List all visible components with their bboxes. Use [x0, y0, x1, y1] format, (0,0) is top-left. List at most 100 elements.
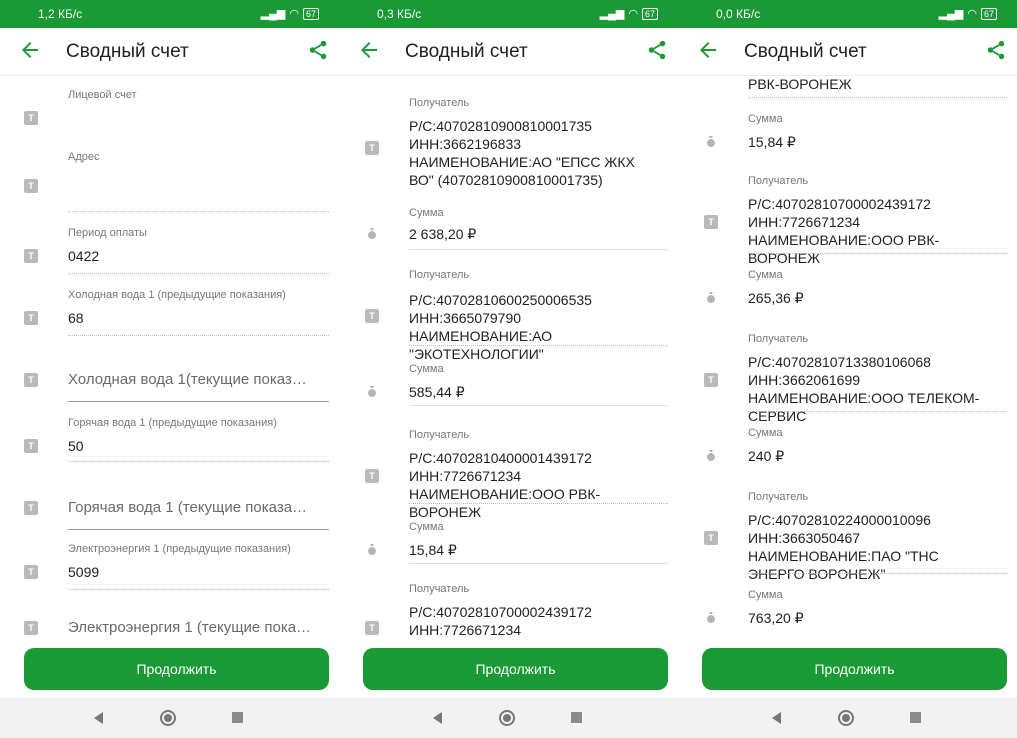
status-bar: 0,0 КБ/с ▂▄▆ ◠ 67 — [678, 0, 1017, 28]
recipient-row: Получатель T Р/С:40702810700002439172 ИН… — [349, 565, 678, 639]
text-field-icon: T — [365, 309, 379, 323]
nav-back-icon[interactable] — [772, 712, 781, 724]
battery-icon: 67 — [980, 7, 997, 20]
recipient-row: Получатель T Р/С:40702810400001439172 ИН… — [349, 407, 678, 520]
input-placeholder: Электроэнергия 1 (текущие показания) — [68, 619, 311, 636]
recipient-value: Р/С:40702810700002439172 ИНН:7726671234 … — [748, 196, 940, 266]
money-bag-icon — [707, 292, 715, 303]
input-cold-water-current[interactable]: T Холодная вода 1(текущие показания) — [0, 337, 339, 405]
nav-home-icon[interactable] — [160, 710, 176, 726]
row-divider — [748, 573, 1007, 574]
share-icon[interactable] — [307, 39, 329, 61]
continue-button[interactable]: Продолжить — [702, 648, 1007, 690]
field-value: 50 — [68, 438, 84, 454]
text-field-icon: T — [704, 373, 718, 387]
field-label: Сумма — [409, 363, 444, 375]
field-underline — [68, 211, 329, 212]
field-account[interactable]: Лицевой счет T — [0, 77, 339, 139]
page-title: Сводный счет — [66, 41, 189, 62]
back-arrow-icon[interactable] — [18, 38, 42, 62]
nav-home-icon[interactable] — [499, 710, 515, 726]
nav-back-icon[interactable] — [94, 712, 103, 724]
money-bag-icon — [707, 136, 715, 147]
amount-value: 2 638,20 ₽ — [409, 226, 477, 242]
amount-value: 240 ₽ — [748, 448, 785, 464]
field-underline — [68, 273, 329, 274]
form-content: Лицевой счет T Адрес T Период оплаты T 0… — [0, 77, 339, 639]
back-arrow-icon[interactable] — [696, 38, 720, 62]
network-speed: 0,3 КБ/с — [377, 7, 422, 21]
status-bar: 0,3 КБ/с ▂▄▆ ◠ 67 — [339, 0, 678, 28]
text-field-icon: T — [365, 141, 379, 155]
text-field-icon: T — [704, 531, 718, 545]
text-field-icon: T — [24, 565, 38, 579]
field-underline — [68, 461, 329, 462]
app-bar: Сводный счет — [0, 28, 339, 76]
field-value: 0422 — [68, 248, 100, 264]
field-cold-water-prev[interactable]: Холодная вода 1 (предыдущие показания) T… — [0, 275, 339, 337]
amount-value: 265,36 ₽ — [748, 290, 804, 306]
nav-recents-icon[interactable] — [571, 712, 582, 723]
row-divider — [409, 249, 668, 250]
continue-button[interactable]: Продолжить — [363, 648, 668, 690]
row-divider — [409, 345, 668, 346]
text-field-icon: T — [24, 249, 38, 263]
recipient-value: Р/С:40702810713380106068 ИНН:3662061699 … — [748, 354, 980, 424]
text-field-icon: T — [704, 215, 718, 229]
field-hot-water-prev[interactable]: Горячая вода 1 (предыдущие показания) T … — [0, 405, 339, 467]
system-nav-bar — [0, 698, 339, 738]
nav-back-icon[interactable] — [433, 712, 442, 724]
text-field-icon: T — [24, 311, 38, 325]
field-label: Получатель — [409, 97, 470, 109]
screen-1: 1,2 КБ/с ▂▄▆ ◠ 67 Сводный счет Лицевой с… — [0, 0, 339, 738]
input-placeholder: Холодная вода 1(текущие показания) — [68, 371, 311, 388]
recipient-row: Получатель T Р/С:40702810713380106068 ИН… — [688, 321, 1017, 424]
field-label: Получатель — [409, 429, 470, 441]
text-field-icon: T — [24, 179, 38, 193]
input-electricity-current[interactable]: T Электроэнергия 1 (текущие показания) — [0, 599, 339, 639]
nav-recents-icon[interactable] — [232, 712, 243, 723]
amount-row: Сумма 585,44 ₽ — [349, 347, 678, 407]
field-label: Сумма — [748, 427, 783, 439]
recipient-value: РВК-ВОРОНЕЖ — [748, 77, 852, 92]
amount-value: 15,84 ₽ — [748, 134, 796, 150]
page-title: Сводный счет — [405, 41, 528, 62]
screen-3: 0,0 КБ/с ▂▄▆ ◠ 67 Сводный счет РВК-ВОРОН… — [678, 0, 1017, 738]
field-label: Горячая вода 1 (предыдущие показания) — [68, 417, 277, 429]
field-label: Сумма — [748, 269, 783, 281]
text-field-icon: T — [24, 373, 38, 387]
amount-row: Сумма 15,84 ₽ — [349, 505, 678, 565]
wifi-icon: ◠ — [289, 8, 299, 20]
field-label: Получатель — [748, 333, 809, 345]
input-placeholder: Горячая вода 1 (текущие показания) — [68, 499, 311, 516]
field-label: Получатель — [748, 491, 809, 503]
continue-button[interactable]: Продолжить — [24, 648, 329, 690]
row-divider — [748, 411, 1007, 412]
field-label: Электроэнергия 1 (предыдущие показания) — [68, 543, 291, 555]
status-icons: ▂▄▆ ◠ 67 — [261, 7, 319, 20]
recipient-value: Р/С:40702810700002439172 ИНН:7726671234 … — [409, 604, 592, 638]
share-icon[interactable] — [646, 39, 668, 61]
field-address[interactable]: Адрес T — [0, 139, 339, 215]
recipient-row-tail: РВК-ВОРОНЕЖ — [688, 77, 1017, 101]
nav-home-icon[interactable] — [838, 710, 854, 726]
amount-value: 15,84 ₽ — [409, 542, 457, 558]
field-label: Получатель — [409, 583, 470, 595]
nav-recents-icon[interactable] — [910, 712, 921, 723]
field-electricity-prev[interactable]: Электроэнергия 1 (предыдущие показания) … — [0, 533, 339, 599]
amount-row: Сумма 2 638,20 ₽ — [349, 195, 678, 251]
screen-2: 0,3 КБ/с ▂▄▆ ◠ 67 Сводный счет Получател… — [339, 0, 678, 738]
input-underline — [68, 529, 329, 530]
input-hot-water-current[interactable]: T Горячая вода 1 (текущие показания) — [0, 467, 339, 533]
network-speed: 1,2 КБ/с — [38, 7, 83, 21]
text-field-icon: T — [24, 621, 38, 635]
field-period[interactable]: Период оплаты T 0422 — [0, 215, 339, 275]
app-bar: Сводный счет — [339, 28, 678, 76]
share-icon[interactable] — [985, 39, 1007, 61]
text-field-icon: T — [365, 469, 379, 483]
field-label: Получатель — [748, 175, 809, 187]
status-bar: 1,2 КБ/с ▂▄▆ ◠ 67 — [0, 0, 339, 28]
field-label: Сумма — [748, 113, 783, 125]
back-arrow-icon[interactable] — [357, 38, 381, 62]
recipient-row: Получатель T Р/С:40702810600250006535 ИН… — [349, 251, 678, 362]
